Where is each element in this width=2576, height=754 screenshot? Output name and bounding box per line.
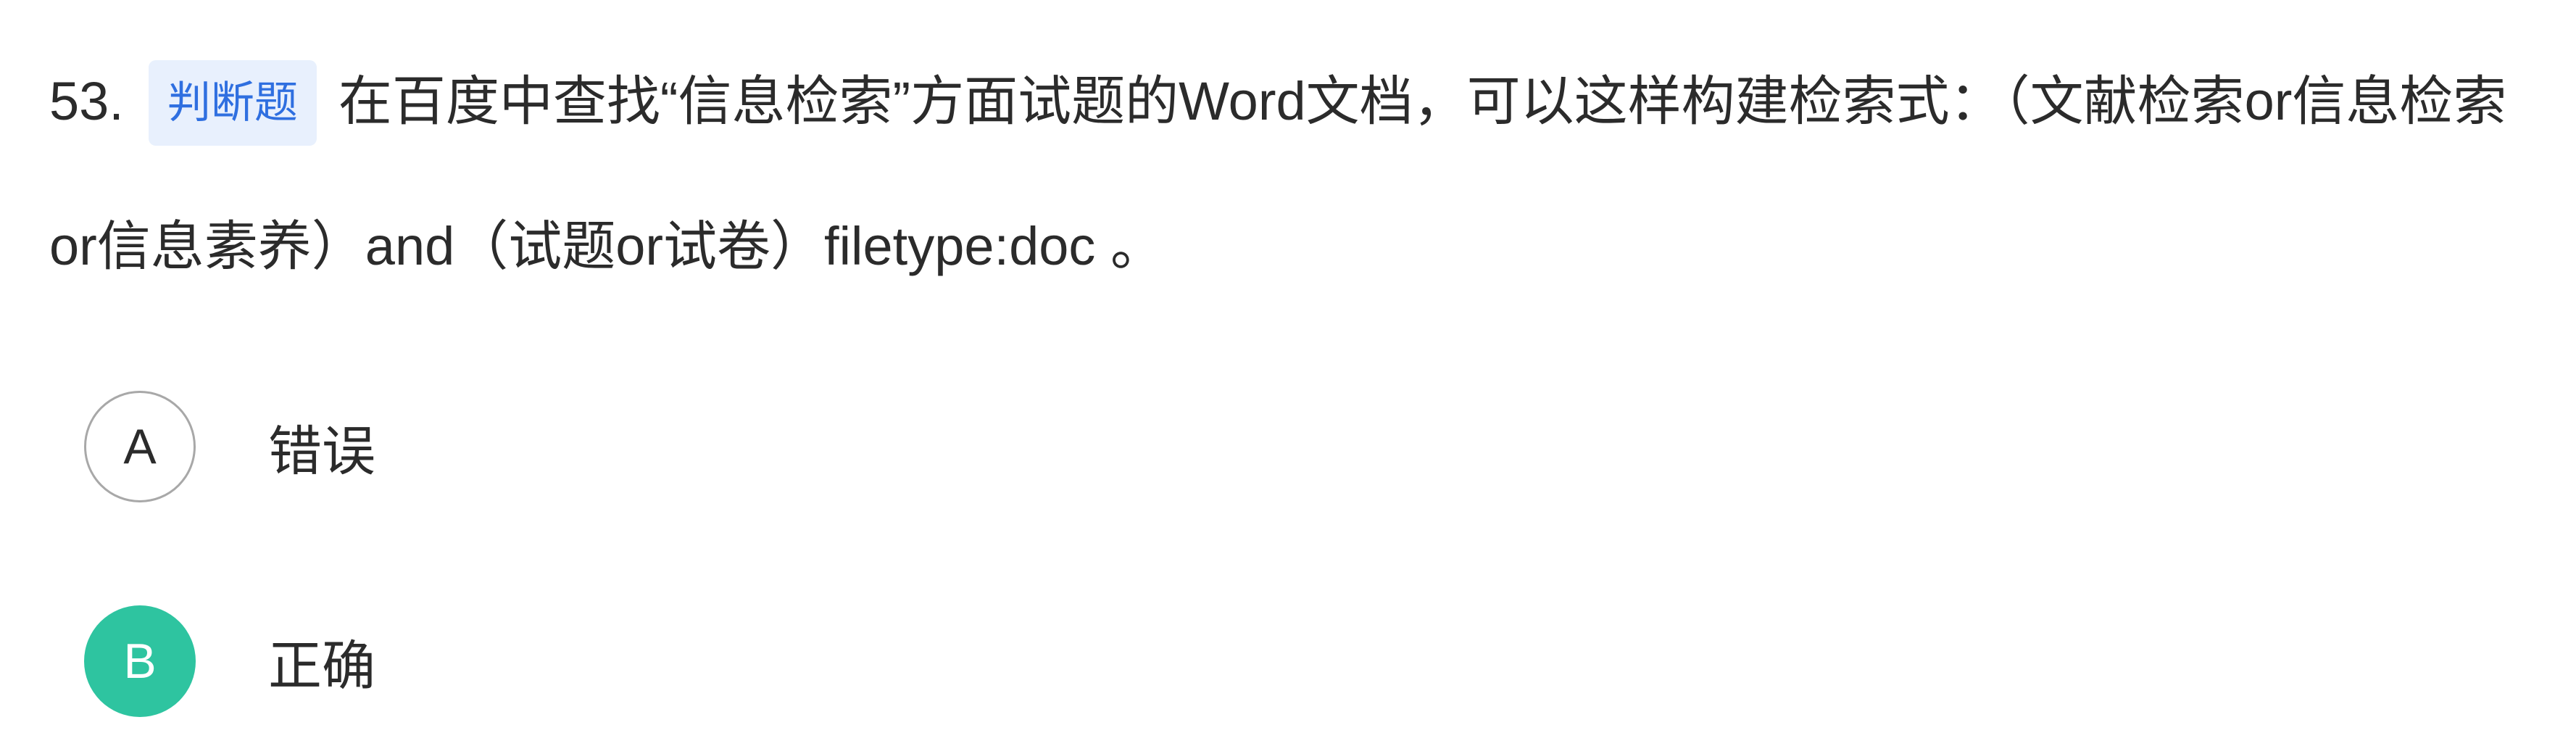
option-b[interactable]: B 正确 — [84, 605, 375, 717]
question-stem: 53. 判断题 在百度中查找“信息检索”方面试题的Word文档，可以这样构建检索式：… — [49, 29, 2528, 319]
question-type-badge: 判断题 — [148, 60, 317, 146]
option-b-text[interactable]: 正确 — [268, 623, 375, 700]
question-number: 53. — [49, 71, 124, 131]
option-a-text[interactable]: 错误 — [268, 408, 375, 486]
option-a[interactable]: A 错误 — [84, 391, 375, 502]
question-text: 在百度中查找“信息检索”方面试题的Word文档，可以这样构建检索式：（文献检索o… — [49, 71, 2507, 276]
option-a-letter[interactable]: A — [84, 391, 196, 502]
option-b-letter[interactable]: B — [84, 605, 196, 717]
